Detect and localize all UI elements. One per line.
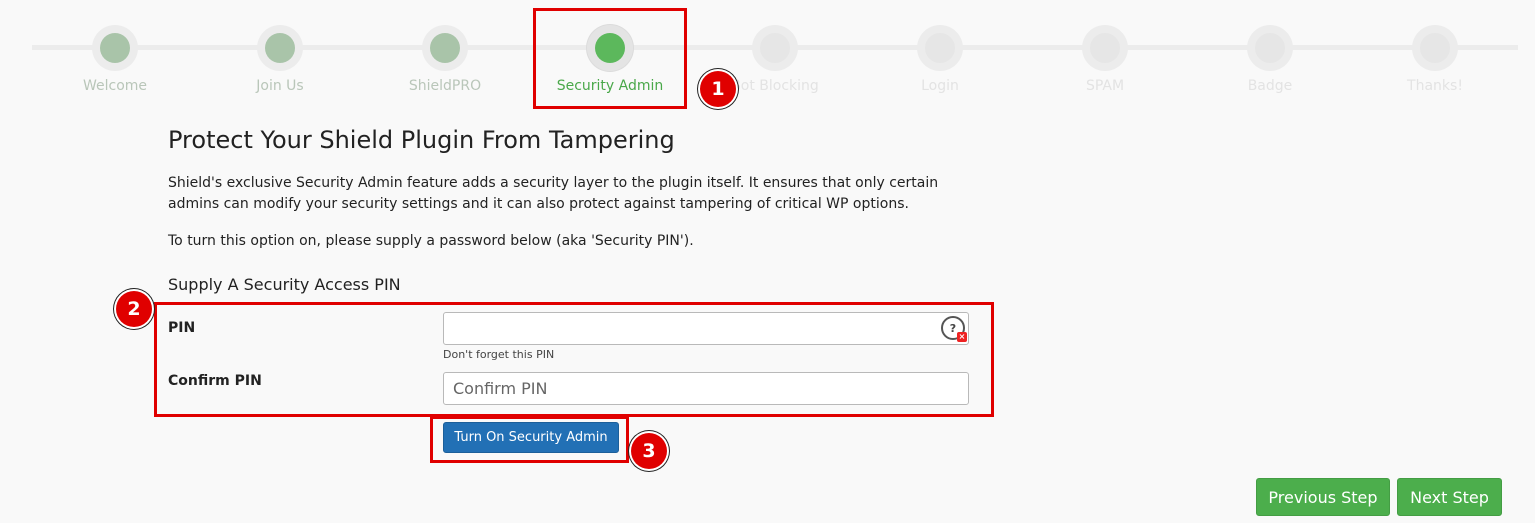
wizard-step-shieldpro[interactable]: ShieldPRO: [370, 25, 520, 94]
previous-step-button[interactable]: Previous Step: [1256, 478, 1390, 516]
confirm-pin-input[interactable]: [443, 372, 969, 405]
annotation-badge-1: 1: [700, 71, 736, 107]
wizard-step-join-us[interactable]: Join Us: [205, 25, 355, 94]
pin-help-text: Don't forget this PIN: [443, 348, 555, 361]
annotation-badge-2: 2: [116, 291, 152, 327]
step-label: Login: [921, 78, 959, 94]
step-indicator: [92, 25, 138, 71]
step-indicator: [1082, 25, 1128, 71]
next-step-button[interactable]: Next Step: [1397, 478, 1502, 516]
pin-label: PIN: [168, 320, 196, 336]
step-label: Badge: [1247, 78, 1293, 94]
password-manager-icon[interactable]: ? ×: [941, 316, 967, 342]
step-indicator: [422, 25, 468, 71]
step-indicator: [257, 25, 303, 71]
wizard-step-welcome[interactable]: Welcome: [40, 25, 190, 94]
wizard-step-spam[interactable]: SPAM: [1030, 25, 1180, 94]
wizard-step-badge[interactable]: Badge: [1195, 25, 1345, 94]
instruction-text: To turn this option on, please supply a …: [168, 233, 694, 249]
wizard-step-login[interactable]: Login: [865, 25, 1015, 94]
annotation-box-1: [533, 8, 687, 109]
confirm-pin-label: Confirm PIN: [168, 373, 262, 389]
annotation-badge-3: 3: [631, 433, 667, 469]
step-label: ShieldPRO: [408, 78, 482, 94]
step-indicator: [1247, 25, 1293, 71]
step-label: Welcome: [82, 78, 148, 94]
page-title: Protect Your Shield Plugin From Tamperin…: [168, 126, 675, 154]
turn-on-security-admin-button[interactable]: Turn On Security Admin: [443, 422, 619, 453]
step-indicator: [917, 25, 963, 71]
step-indicator: [1412, 25, 1458, 71]
wizard-step-thanks[interactable]: Thanks!: [1360, 25, 1510, 94]
step-label: Thanks!: [1407, 78, 1463, 94]
pin-input[interactable]: [443, 312, 969, 345]
step-indicator: [752, 25, 798, 71]
description-text: Shield's exclusive Security Admin featur…: [168, 175, 939, 212]
step-label: SPAM: [1085, 78, 1125, 94]
section-title: Supply A Security Access PIN: [168, 275, 401, 294]
step-label: Join Us: [256, 78, 304, 94]
